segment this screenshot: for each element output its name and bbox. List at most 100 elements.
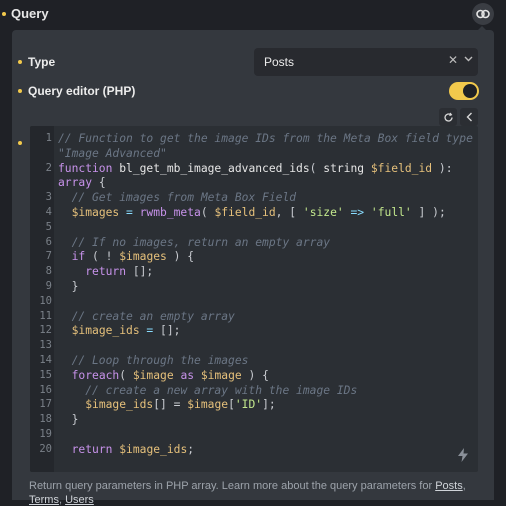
collapse-button[interactable] [460, 108, 478, 126]
code-token: string [323, 161, 371, 175]
chevron-down-icon[interactable] [464, 56, 473, 62]
code-token: 'ID' [234, 398, 263, 412]
help-text: Return query parameters in PHP array. Le… [29, 480, 466, 492]
code-line[interactable]: 5 [30, 220, 478, 235]
code-text: // Loop through the images [58, 353, 249, 368]
code-line[interactable]: 12 $image_ids = []; [30, 323, 478, 338]
line-number: 11 [39, 309, 52, 322]
posts-link[interactable]: Posts [435, 480, 463, 492]
code-line[interactable]: 9 } [30, 279, 478, 294]
code-token: $image_ids [119, 442, 188, 456]
bullet-dot [18, 60, 22, 64]
code-text: $image_ids[] = $image['ID']; [58, 397, 275, 412]
code-line[interactable]: "Image Advanced" [30, 146, 478, 161]
code-text: } [58, 279, 79, 294]
code-token: // If no images, return an empty array [58, 235, 331, 249]
line-number: 19 [39, 428, 52, 440]
code-line[interactable]: 19 [30, 427, 478, 442]
code-token: = [119, 206, 140, 219]
type-selected-value: Posts [264, 55, 295, 69]
line-number: 17 [39, 398, 52, 411]
code-line[interactable]: 20 return $image_ids; [30, 442, 478, 457]
code-token: // create an empty array [58, 309, 235, 323]
code-token: ( ! [85, 250, 120, 264]
code-line[interactable]: array { [30, 175, 478, 190]
terms-link[interactable]: Terms [29, 494, 59, 506]
line-number: 16 [39, 383, 52, 396]
code-text: } [58, 412, 79, 427]
code-token: ( [200, 206, 215, 219]
close-icon[interactable]: ✕ [448, 53, 458, 67]
code-token: ): [432, 161, 453, 175]
bullet-dot [18, 89, 22, 93]
code-line[interactable]: 17 $image_ids[] = $image['ID']; [30, 397, 478, 412]
link-icon [476, 9, 490, 19]
code-token: function [58, 161, 120, 175]
code-line[interactable]: 4 $images = rwmb_meta( $field_id, [ 'siz… [30, 205, 478, 220]
code-token: return [71, 442, 113, 456]
code-line[interactable]: 18 } [30, 412, 478, 427]
code-line[interactable]: 8 return []; [30, 264, 478, 279]
code-text: // create an empty array [58, 309, 235, 324]
code-line[interactable]: 6 // If no images, return an empty array [30, 235, 478, 250]
chevron-left-icon [466, 112, 472, 122]
query-editor-toggle[interactable] [449, 82, 479, 100]
code-token: foreach [71, 368, 120, 382]
bullet-dot [2, 12, 6, 16]
code-line[interactable]: 14 // Loop through the images [30, 353, 478, 368]
code-line[interactable]: 3 // Get images from Meta Box Field [30, 190, 478, 205]
query-header: Query [0, 0, 506, 28]
code-line[interactable]: 15 foreach( $image as $image ) { [30, 368, 478, 383]
code-line[interactable]: 7 if ( ! $images ) { [30, 249, 478, 264]
code-text: // If no images, return an empty array [58, 235, 330, 250]
code-text: // create a new array with the image IDs [58, 383, 357, 398]
code-line[interactable]: 10 [30, 294, 478, 309]
refresh-button[interactable] [439, 108, 457, 126]
line-number: 4 [45, 206, 52, 218]
code-token: { [92, 176, 106, 190]
code-line[interactable]: 2 function bl_get_mb_image_advanced_ids( … [30, 161, 478, 176]
line-number: 9 [45, 280, 52, 292]
code-line[interactable]: 1 // Function to get the image IDs from t… [30, 131, 478, 146]
line-number: 5 [45, 220, 52, 233]
code-text: $image_ids = []; [58, 323, 181, 338]
code-text: array { [58, 175, 106, 190]
code-text: if ( ! $images ) { [58, 249, 194, 264]
code-line[interactable]: 16 // create a new array with the image … [30, 383, 478, 398]
section-title: Query [11, 6, 49, 21]
code-line[interactable]: 11 // create an empty array [30, 309, 478, 324]
php-code-editor[interactable]: 1 // Function to get the image IDs from t… [30, 126, 478, 472]
code-token: // Loop through the images [58, 354, 249, 367]
bolt-icon[interactable] [458, 448, 468, 462]
code-token: rwmb_meta [139, 206, 201, 219]
code-token: [] = [153, 398, 188, 412]
code-line[interactable]: 13 [30, 338, 478, 353]
users-link[interactable]: Users [65, 494, 94, 506]
type-select[interactable]: Posts ✕ [254, 48, 478, 76]
line-number: 15 [39, 368, 52, 381]
code-token: $image_ids [71, 324, 140, 338]
code-token: // create a new array with the image IDs [58, 383, 358, 397]
code-token: [ [228, 398, 235, 412]
line-number: 7 [45, 250, 52, 263]
line-number: 18 [39, 413, 52, 426]
code-token: } [58, 280, 79, 293]
code-token: $image_ids [85, 398, 154, 412]
code-token: ) { [241, 368, 269, 382]
code-token: ( [309, 161, 324, 175]
code-text: "Image Advanced" [58, 146, 167, 161]
toggle-knob [463, 84, 477, 98]
code-token: $images [71, 206, 120, 219]
code-token: , [ [275, 206, 303, 219]
code-token: ; [187, 442, 195, 456]
code-text: return []; [58, 264, 153, 279]
code-token: $images [119, 250, 167, 264]
code-token: if [71, 250, 86, 264]
code-token: => [343, 206, 371, 219]
link-button[interactable] [472, 3, 494, 25]
help-text-continued: Terms, Users [29, 494, 94, 506]
